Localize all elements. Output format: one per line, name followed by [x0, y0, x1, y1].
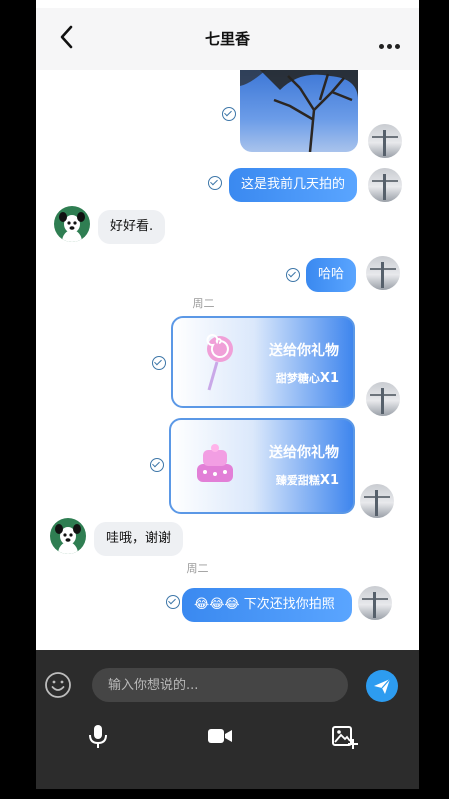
message-bubble-in[interactable]: 好好看. [98, 210, 166, 244]
read-check-icon [286, 268, 300, 282]
chat-title: 七里香 [204, 30, 250, 48]
send-button[interactable] [366, 670, 398, 702]
avatar-dog[interactable] [54, 206, 90, 242]
send-icon [374, 678, 391, 694]
avatar[interactable] [368, 124, 402, 158]
tree-photo [240, 70, 358, 152]
read-check-icon [150, 458, 164, 472]
avatar[interactable] [358, 586, 392, 620]
screen-edge-bottom [0, 789, 449, 799]
read-check-icon [152, 356, 166, 370]
avatar[interactable] [366, 256, 400, 290]
gift-item: 甜梦糖心X1 [275, 371, 339, 386]
message-bubble-in[interactable]: 哇哦，谢谢 [94, 522, 184, 556]
avatar-dog[interactable] [50, 518, 86, 554]
photo-message[interactable] [240, 70, 358, 152]
gift-title: 送给你礼物 [269, 343, 339, 359]
screen-edge-left [0, 0, 36, 799]
read-check-icon [222, 107, 236, 121]
image-add-icon[interactable] [330, 722, 358, 750]
dog-icon [59, 212, 85, 242]
day-separator: 周二 [192, 297, 215, 310]
lollipop-icon [206, 334, 233, 391]
message-bubble-out[interactable]: 😂😂😂 下次还找你拍照 [182, 588, 352, 622]
avatar[interactable] [366, 382, 400, 416]
gift-card[interactable]: 送给你礼物 甜梦糖心X1 [171, 316, 355, 408]
gift-card[interactable]: 送给你礼物 臻爱甜糕X1 [169, 418, 355, 514]
screen-edge-right [419, 0, 449, 799]
gift-item: 臻爱甜糕X1 [275, 473, 339, 488]
avatar[interactable] [360, 484, 394, 518]
read-check-icon [208, 176, 222, 190]
message-bubble-out[interactable]: 这是我前几天拍的 [229, 168, 357, 202]
dog-icon [55, 524, 81, 554]
message-list: 这是我前几天拍的 好好看. 哈哈 周二 送给你礼物 甜梦糖心X1 送给你礼物 臻… [36, 70, 419, 650]
day-separator: 周二 [186, 562, 209, 575]
microphone-icon[interactable] [84, 722, 112, 750]
chat-header: 七里香 [36, 8, 419, 70]
gift-title: 送给你礼物 [269, 445, 339, 461]
composer-bar [36, 650, 419, 789]
more-dots-icon[interactable] [379, 34, 405, 49]
smiley-icon[interactable] [44, 671, 72, 699]
avatar[interactable] [368, 168, 402, 202]
cake-icon [197, 444, 233, 482]
message-input[interactable] [92, 668, 348, 702]
video-camera-icon[interactable] [206, 722, 234, 750]
read-check-icon [166, 595, 180, 609]
chat-screen: 七里香 这是我前几天拍的 好好看. 哈哈 周二 送给你礼物 甜梦糖心X1 送给你… [36, 8, 419, 789]
message-bubble-out[interactable]: 哈哈 [306, 258, 357, 292]
